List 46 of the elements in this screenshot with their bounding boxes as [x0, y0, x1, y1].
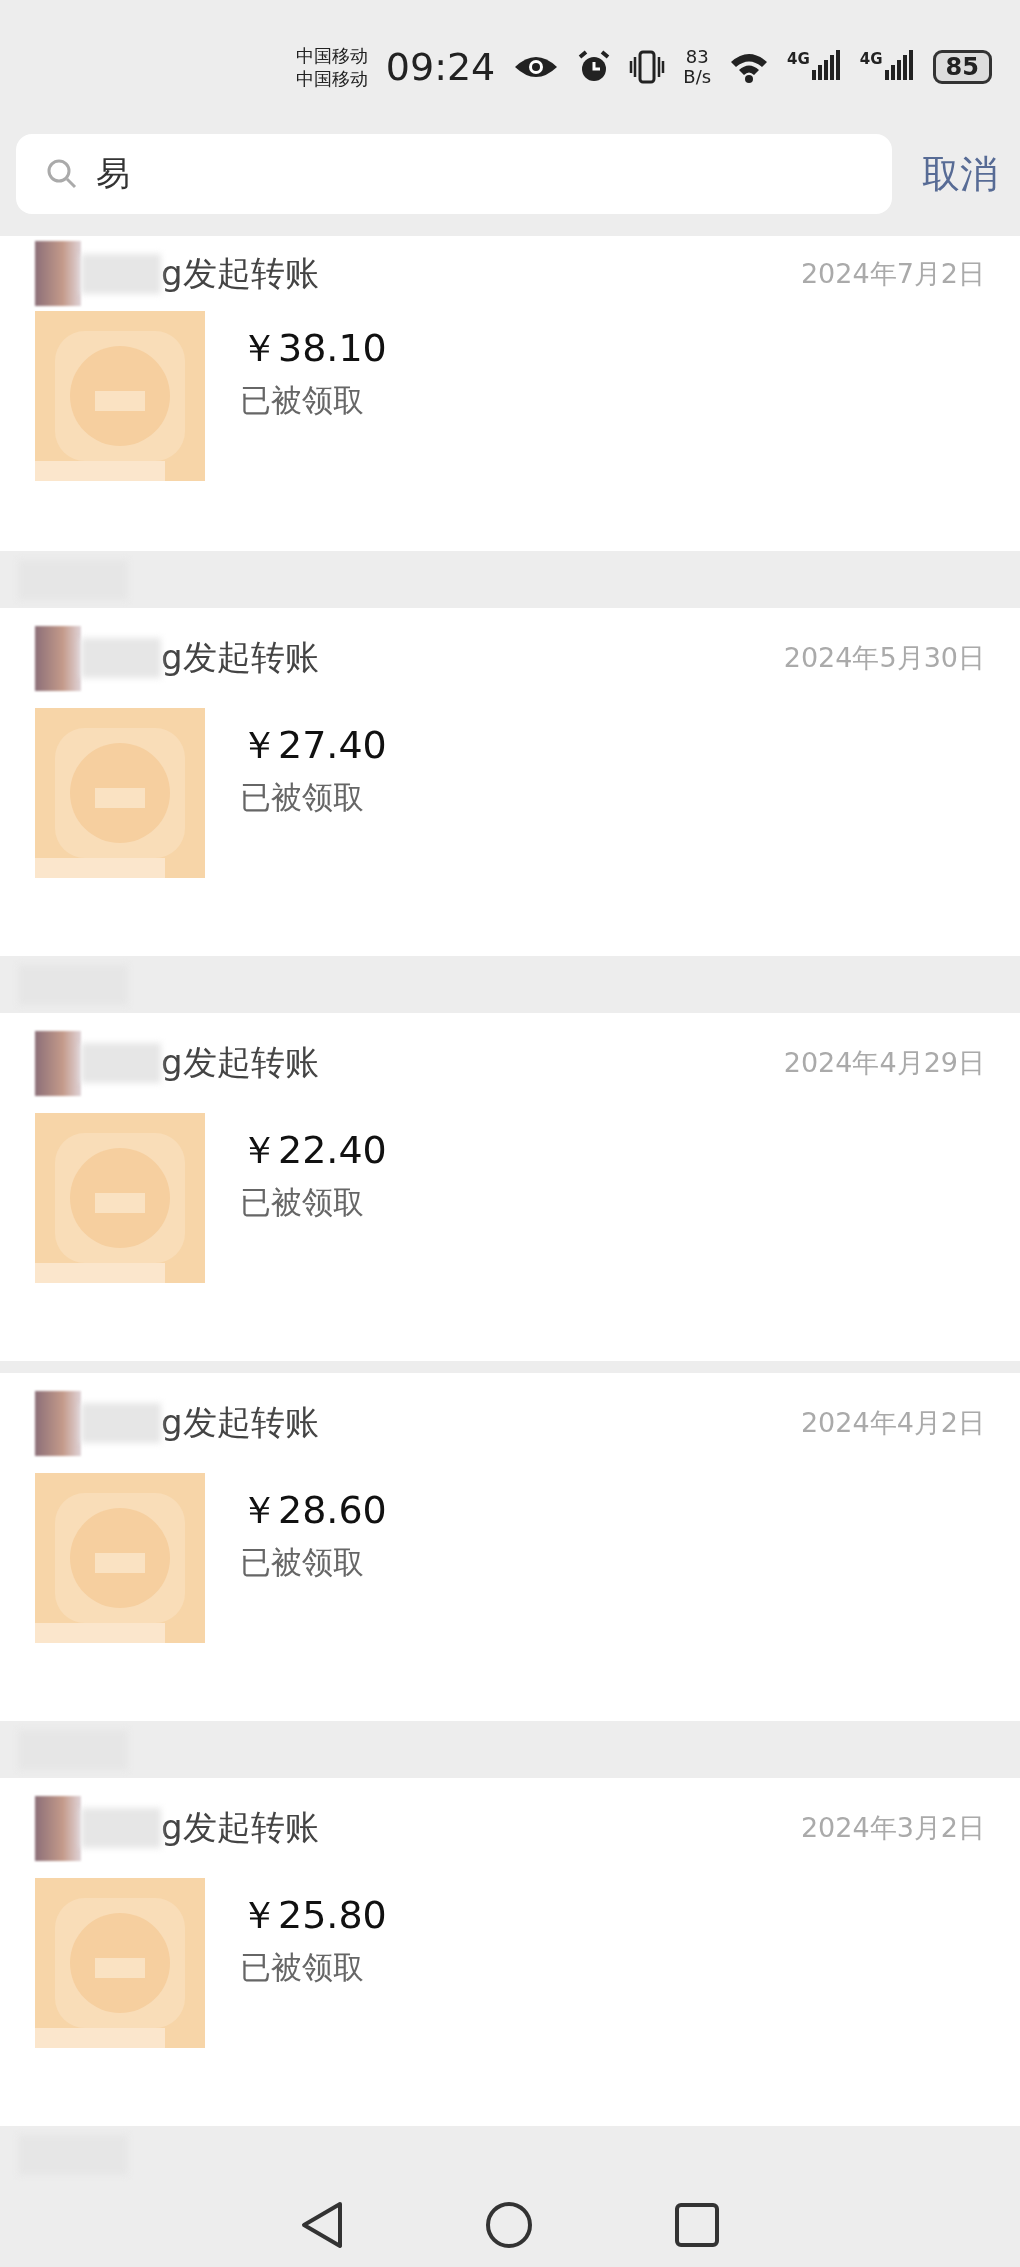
transfer-status: 已被领取 — [240, 778, 365, 818]
transfer-card[interactable]: g发起转账 2024年7月2日 ￥38.10 已被领取 — [0, 236, 1020, 552]
avatar — [35, 1390, 81, 1456]
network-type: 4G — [787, 50, 810, 69]
transfer-date: 2024年7月2日 — [800, 256, 985, 291]
transfer-amount: ￥25.80 — [240, 1892, 387, 1940]
transfer-status: 已被领取 — [240, 1183, 365, 1223]
search-icon — [46, 158, 78, 191]
wifi-icon — [729, 51, 770, 84]
vibrate-icon — [629, 49, 666, 86]
transfer-title: g发起转账 — [161, 1041, 319, 1085]
transfer-amount: ￥38.10 — [240, 325, 387, 373]
carrier-name: 中国移动 — [295, 67, 368, 91]
transfer-amount: ￥27.40 — [240, 722, 387, 770]
transfer-amount: ￥28.60 — [240, 1487, 387, 1535]
home-icon[interactable] — [485, 2201, 533, 2250]
recents-icon[interactable] — [673, 2202, 720, 2249]
transfer-date: 2024年4月29日 — [783, 1046, 985, 1081]
avatar — [35, 625, 81, 691]
transfer-status: 已被领取 — [240, 381, 365, 421]
transfer-card[interactable]: g发起转账 2024年5月30日 ￥27.40 已被领取 — [0, 608, 1020, 957]
transfer-status: 已被领取 — [240, 1948, 365, 1988]
transfer-card[interactable]: g发起转账 2024年4月29日 ￥22.40 已被领取 — [0, 1013, 1020, 1362]
transfer-card[interactable]: g发起转账 2024年4月2日 ￥28.60 已被领取 — [0, 1373, 1020, 1722]
avatar — [35, 1795, 81, 1861]
transfer-title: g发起转账 — [161, 636, 319, 680]
transfer-status: 已被领取 — [240, 1543, 365, 1583]
avatar — [35, 241, 81, 307]
search-field[interactable]: 易 — [16, 134, 892, 215]
carrier-name: 中国移动 — [295, 43, 368, 68]
avatar — [35, 1030, 81, 1096]
clock-time: 09:24 — [385, 45, 496, 90]
transfer-date: 2024年3月2日 — [800, 1811, 985, 1846]
transfer-date: 2024年4月2日 — [800, 1406, 985, 1441]
transfer-title: g发起转账 — [161, 1401, 319, 1445]
transfer-amount: ￥22.40 — [240, 1127, 387, 1175]
transfer-title: g发起转账 — [161, 1806, 319, 1850]
back-icon[interactable] — [300, 2200, 345, 2251]
transfer-card[interactable]: g发起转账 2024年3月2日 ￥25.80 已被领取 — [0, 1778, 1020, 2127]
speed-value: 83 — [685, 47, 709, 68]
speed-unit: B/s — [683, 67, 712, 87]
network-type: 4G — [859, 50, 883, 69]
transfer-date: 2024年5月30日 — [783, 641, 985, 676]
battery-indicator: 85 — [932, 50, 992, 85]
transfer-title: g发起转账 — [161, 251, 319, 295]
cancel-button[interactable]: 取消 — [922, 148, 998, 200]
